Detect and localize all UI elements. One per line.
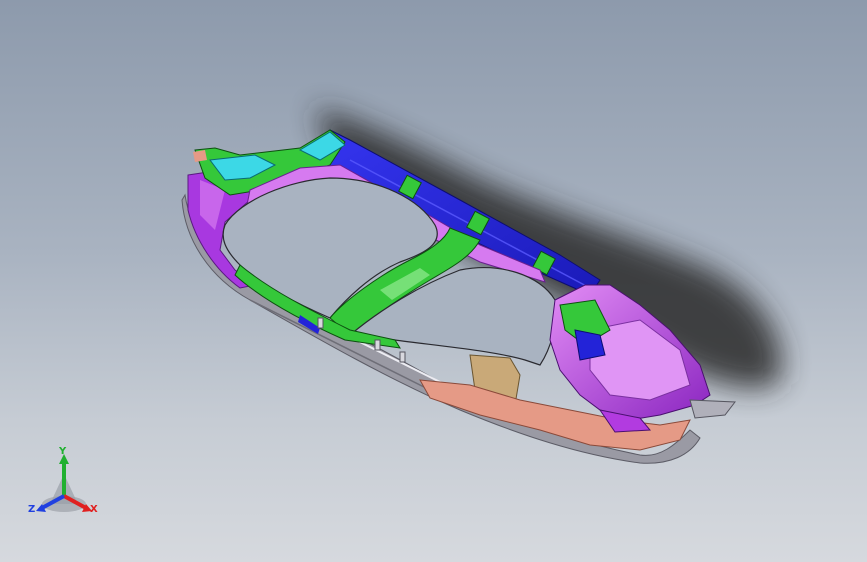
graphics-viewport[interactable]: Y X Z [0,0,867,562]
view-orientation-triad[interactable]: Y X Z [22,446,112,526]
cad-model-view[interactable] [0,0,867,562]
y-axis-label: Y [59,446,67,457]
z-axis-label: Z [28,504,36,515]
x-axis-label: X [90,504,98,515]
triad-graphic [36,454,92,512]
